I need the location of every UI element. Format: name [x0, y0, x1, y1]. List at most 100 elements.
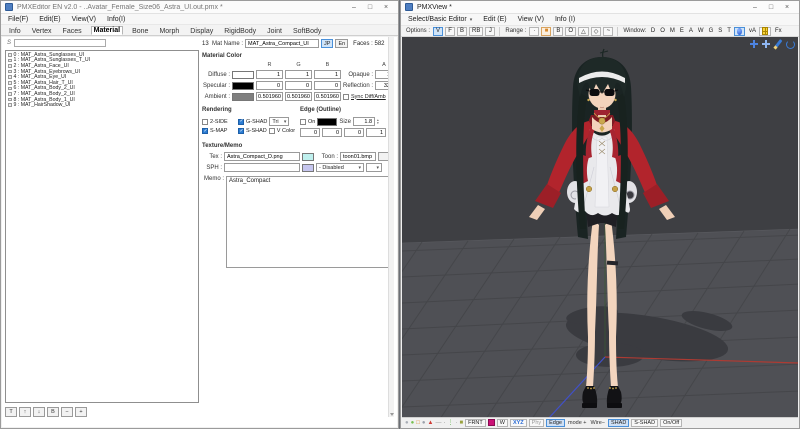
ambient-g[interactable] [285, 92, 312, 101]
option-bone-button[interactable]: B [457, 27, 467, 36]
toon-input[interactable] [340, 152, 376, 161]
list-down-button[interactable]: ↓ [33, 407, 45, 417]
tab-info[interactable]: Info [7, 28, 23, 35]
sync-diff-amb-checkbox[interactable] [343, 94, 349, 100]
edge-toggle-button[interactable]: Edge [546, 419, 565, 427]
material-visible-checkbox[interactable] [8, 64, 12, 68]
sshad-checkbox[interactable] [238, 128, 244, 134]
range-triangle-button[interactable]: △ [578, 27, 589, 36]
list-remove-button[interactable]: − [61, 407, 73, 417]
close-button[interactable]: × [378, 2, 394, 13]
range-diamond-button[interactable]: ◇ [591, 27, 602, 36]
maximize-button[interactable]: □ [362, 2, 378, 13]
diffuse-g[interactable] [285, 70, 312, 79]
properties-scrollbar[interactable] [388, 37, 394, 417]
joint-display-icon[interactable]: — [435, 420, 441, 426]
gshad-checkbox[interactable] [238, 119, 244, 125]
vertex-display-icon[interactable]: ● [405, 420, 409, 426]
edge-b[interactable] [344, 128, 364, 137]
material-visible-checkbox[interactable] [8, 75, 12, 79]
material-filter-input[interactable] [14, 39, 106, 47]
window-d-button[interactable]: D [649, 28, 656, 34]
smap-checkbox[interactable] [202, 128, 208, 134]
window-o-button[interactable]: O [659, 28, 667, 34]
fx-button[interactable]: Fx [773, 28, 783, 34]
edge-color-swatch[interactable] [317, 118, 337, 126]
range-b-button[interactable]: B [553, 27, 563, 36]
specular-b[interactable] [314, 81, 341, 90]
window-g-button[interactable]: G [707, 28, 715, 34]
range-o-button[interactable]: O [565, 27, 576, 36]
material-visible-checkbox[interactable] [8, 59, 12, 63]
edge-g[interactable] [322, 128, 342, 137]
material-list[interactable]: 0 : MAT_Astra_Sunglasses_UI 1 : MAT_Astr… [5, 50, 199, 403]
list-top-button[interactable]: T [5, 407, 17, 417]
menu-edit[interactable]: Edit(E) [39, 16, 60, 23]
option-face-button[interactable]: F [445, 27, 455, 36]
face-display-icon[interactable]: □ [416, 420, 420, 426]
list-bottom-button[interactable]: B [47, 407, 59, 417]
rotate-tool-icon[interactable] [785, 39, 795, 49]
tab-display[interactable]: Display [188, 28, 215, 35]
window-m-button[interactable]: M [668, 28, 676, 34]
window-e-button[interactable]: E [678, 28, 685, 34]
tab-bone[interactable]: Bone [130, 28, 150, 35]
list-add-button[interactable]: + [75, 407, 87, 417]
minimize-button[interactable]: – [747, 2, 763, 13]
material-visible-checkbox[interactable] [8, 81, 12, 85]
window-a-button[interactable]: A [687, 28, 694, 34]
menu-info[interactable]: Info(I) [107, 16, 125, 23]
window-w-button[interactable]: W [696, 28, 705, 34]
onoff-toggle-button[interactable]: On/Off [660, 419, 682, 427]
list-up-button[interactable]: ↑ [19, 407, 31, 417]
gshad-mode-dropdown[interactable]: Tri ▾ [269, 117, 289, 126]
edge-a[interactable] [366, 128, 386, 137]
material-visible-checkbox[interactable] [8, 98, 12, 102]
background-color-swatch[interactable] [488, 419, 495, 426]
maximize-button[interactable]: □ [763, 2, 779, 13]
pen-tool-icon[interactable] [773, 39, 783, 49]
sph-input[interactable] [224, 163, 300, 172]
spinner-icon[interactable]: ▴▾ [377, 119, 379, 125]
material-visible-checkbox[interactable] [8, 87, 12, 91]
range-wave-button[interactable]: ~ [603, 27, 613, 36]
material-list-item[interactable]: 9 : MAT_HairShadow_UI [6, 102, 198, 108]
two-side-checkbox[interactable] [202, 119, 208, 125]
mode-dropdown[interactable]: mode + [567, 420, 588, 426]
tab-softbody[interactable]: SoftBody [291, 28, 323, 35]
tab-morph[interactable]: Morph [157, 28, 181, 35]
front-view-button[interactable]: FRNT [465, 419, 486, 427]
tab-vertex[interactable]: Vertex [30, 28, 54, 35]
specular-r[interactable] [256, 81, 283, 90]
extra-dropdown[interactable]: ▾ [366, 163, 382, 172]
option-vertex-button[interactable]: V [433, 27, 443, 36]
sph-preview-swatch[interactable] [302, 164, 314, 172]
material-visible-checkbox[interactable] [8, 103, 12, 107]
grid-display-icon[interactable]: ■ [459, 420, 463, 426]
ambient-color-swatch[interactable] [232, 93, 254, 101]
ambient-r[interactable] [256, 92, 283, 101]
vertex-on-icon[interactable]: ● [411, 420, 415, 426]
range-dot-button[interactable]: · [529, 27, 539, 36]
material-visible-checkbox[interactable] [8, 92, 12, 96]
edge-r[interactable] [300, 128, 320, 137]
pan-tool-icon[interactable] [761, 39, 771, 49]
menu-file[interactable]: File(F) [8, 16, 28, 23]
tab-joint[interactable]: Joint [265, 28, 284, 35]
vcolor-checkbox[interactable] [269, 128, 275, 134]
viewport-3d[interactable] [402, 37, 798, 419]
tab-rigidbody[interactable]: RigidBody [222, 28, 258, 35]
diffuse-r[interactable] [256, 70, 283, 79]
jp-name-button[interactable]: JP [321, 39, 333, 48]
menu-view[interactable]: View (V) [518, 16, 544, 23]
diffuse-b[interactable] [314, 70, 341, 79]
option-joint-button[interactable]: J [485, 27, 495, 36]
option-rigidbody-button[interactable]: RB [469, 27, 483, 36]
quad-view-button[interactable] [759, 27, 771, 36]
tex-preview-swatch[interactable] [302, 153, 314, 161]
select-mode-dropdown[interactable]: Select/Basic Editor ▾ [408, 16, 472, 23]
material-visible-checkbox[interactable] [8, 70, 12, 74]
move-tool-icon[interactable] [749, 39, 759, 49]
wire-dropdown[interactable]: Wire− [590, 420, 607, 426]
w-button[interactable]: W [497, 419, 508, 427]
